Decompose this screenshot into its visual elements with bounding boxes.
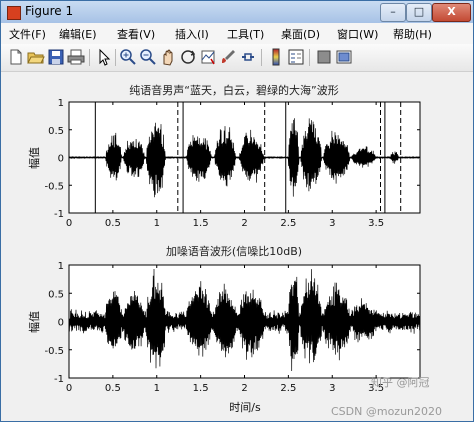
y-tick-label: -1 (54, 374, 64, 385)
toolbar-separator (309, 49, 310, 66)
title-bar[interactable]: Figure 1 – □ X (1, 1, 473, 23)
x-tick-label: 3.5 (368, 218, 384, 229)
menu-view[interactable]: 查看(V) (117, 26, 155, 42)
x-tick-label: 2.5 (280, 383, 296, 394)
menu-tools[interactable]: 工具(T) (227, 26, 264, 42)
open-file-icon[interactable] (27, 48, 45, 66)
pan-icon[interactable] (159, 48, 177, 66)
menu-insert[interactable]: 插入(I) (175, 26, 209, 42)
x-tick-label: 2 (241, 383, 247, 394)
zoom-in-icon[interactable] (119, 48, 137, 66)
x-tick-label: 1 (154, 218, 160, 229)
x-tick-label: 1.5 (193, 383, 209, 394)
y-tick-label: -1 (54, 209, 64, 220)
show-plot-tools-icon[interactable] (335, 48, 353, 66)
rotate-icon[interactable] (179, 48, 197, 66)
y-tick-label: 1 (58, 98, 64, 109)
x-tick-label: 2 (241, 218, 247, 229)
toolbar-separator (89, 49, 90, 66)
brush-icon[interactable] (219, 48, 237, 66)
x-tick-label: 0 (66, 383, 72, 394)
y-tick-label: 0 (58, 318, 64, 329)
colorbar-icon[interactable] (267, 48, 285, 66)
menu-file[interactable]: 文件(F) (9, 26, 46, 42)
new-figure-icon[interactable] (7, 48, 25, 66)
zoom-out-icon[interactable] (139, 48, 157, 66)
hide-plot-tools-icon[interactable] (315, 48, 333, 66)
x-tick-label: 0 (66, 218, 72, 229)
menu-desktop[interactable]: 桌面(D) (281, 26, 320, 42)
pointer-icon[interactable] (95, 48, 113, 66)
legend-icon[interactable] (287, 48, 305, 66)
x-tick-label: 0.5 (105, 218, 121, 229)
matlab-figure-icon (7, 6, 21, 20)
ylabel-noisy: 幅值 (28, 311, 41, 333)
x-tick-label: 2.5 (280, 218, 296, 229)
maximize-button[interactable]: □ (406, 3, 432, 22)
figure-canvas: 纯语音男声“蓝天，白云，碧绿的大海”波形 幅值 0 0.5 1 1.5 2 2.5 3 3.5… (1, 72, 473, 421)
chart-title-clean: 纯语音男声“蓝天，白云，碧绿的大海”波形 (129, 83, 338, 97)
figure-window: Figure 1 – □ X 文件(F) 编辑(E) 查看(V) 插入(I) 工… (0, 0, 474, 422)
x-tick-label: 3 (329, 218, 335, 229)
y-tick-label: -0.5 (44, 181, 64, 192)
menu-window[interactable]: 窗口(W) (337, 26, 378, 42)
close-button[interactable]: X (432, 3, 471, 22)
chart-title-noisy: 加噪语音波形(信噪比10dB) (166, 244, 302, 258)
link-plot-icon[interactable] (239, 48, 257, 66)
menu-edit[interactable]: 编辑(E) (59, 26, 97, 42)
y-tick-label: 0.5 (48, 126, 64, 137)
toolbar-separator (115, 49, 116, 66)
data-cursor-icon[interactable] (199, 48, 217, 66)
y-tick-label: 0 (58, 154, 64, 165)
print-icon[interactable] (67, 48, 85, 66)
x-tick-label: 0.5 (105, 383, 121, 394)
figure-toolbar (1, 44, 473, 72)
xlabel-time: 时间/s (229, 401, 261, 414)
y-tick-label: 1 (58, 261, 64, 272)
save-icon[interactable] (47, 48, 65, 66)
minimize-button[interactable]: – (380, 3, 406, 22)
menu-help[interactable]: 帮助(H) (393, 26, 432, 42)
y-tick-label: 0.5 (48, 289, 64, 300)
watermark-csdn: CSDN @mozun2020 (331, 405, 442, 418)
x-tick-label: 3 (329, 383, 335, 394)
window-title: Figure 1 (25, 4, 74, 18)
x-tick-label: 1.5 (193, 218, 209, 229)
ylabel-clean: 幅值 (28, 147, 41, 169)
toolbar-separator (261, 49, 262, 66)
x-tick-label: 1 (154, 383, 160, 394)
waveform-figure: 纯语音男声“蓝天，白云，碧绿的大海”波形 幅值 0 0.5 1 1.5 2 2.5 3 3.5… (28, 83, 442, 418)
menu-bar: 文件(F) 编辑(E) 查看(V) 插入(I) 工具(T) 桌面(D) 窗口(W… (1, 23, 473, 45)
watermark-zhihu: 知乎 @阿冠 (371, 375, 430, 389)
y-tick-label: -0.5 (44, 346, 64, 357)
